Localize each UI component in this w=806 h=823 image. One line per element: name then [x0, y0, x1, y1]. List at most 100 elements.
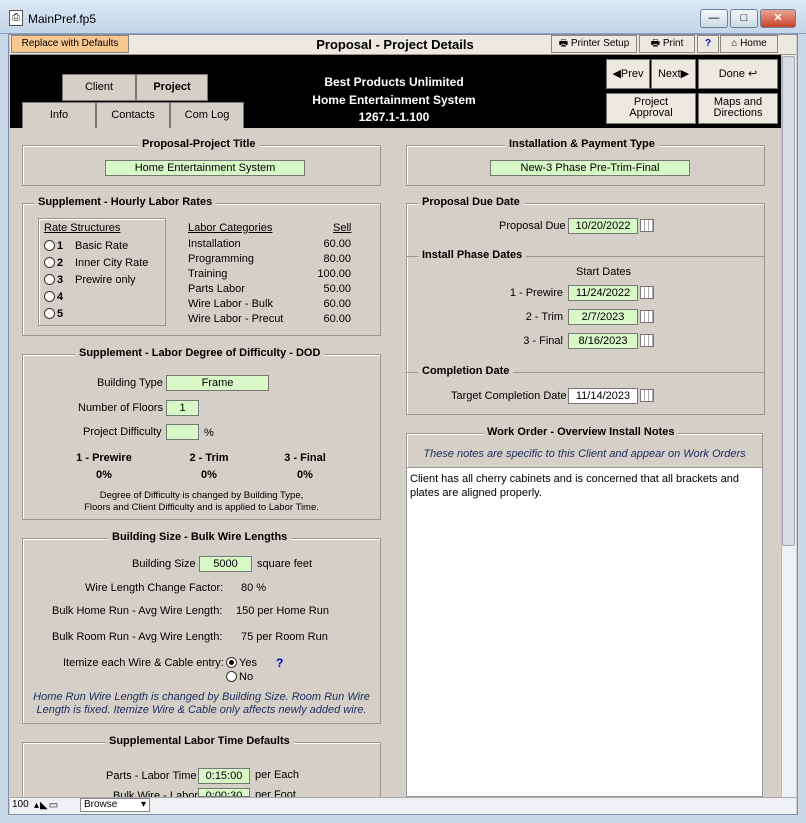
- dod-note-2: Floors and Client Difficulty and is appl…: [84, 502, 319, 513]
- home-label: Home: [740, 38, 767, 49]
- proposal-title-heading: Proposal-Project Title: [138, 138, 260, 150]
- work-order-heading: Work Order - Overview Install Notes: [483, 426, 679, 438]
- building-size-unit: square feet: [257, 558, 313, 570]
- completion-label: Target Completion Date: [451, 390, 567, 402]
- prev-button[interactable]: ◀Prev: [606, 59, 650, 89]
- dod-phase-value: 0%: [297, 469, 313, 481]
- room-run-value: 75 per Room Run: [241, 631, 328, 643]
- rate-radio[interactable]: [44, 308, 55, 319]
- next-arrow-icon: ▶: [680, 68, 690, 80]
- rate-number: 4: [57, 291, 64, 303]
- floors-label: Number of Floors: [78, 402, 163, 414]
- building-type-field[interactable]: Frame: [166, 375, 269, 391]
- print-label: Print: [662, 38, 684, 49]
- work-order-subtitle: These notes are specific to this Client …: [423, 448, 746, 460]
- tab-contacts[interactable]: Contacts: [96, 102, 170, 129]
- mode-select[interactable]: Browse ▾: [80, 798, 150, 812]
- install-payment-field[interactable]: New-3 Phase Pre-Trim-Final: [490, 160, 690, 176]
- labor-sell: 50.00: [323, 283, 351, 295]
- difficulty-field[interactable]: [166, 424, 199, 440]
- print-button[interactable]: 🖶 Print: [639, 35, 695, 53]
- project-approval-button[interactable]: Project Approval: [606, 93, 696, 124]
- zoom-level[interactable]: 100: [12, 799, 29, 810]
- bulk-time-field[interactable]: 0:00:30: [198, 788, 250, 797]
- company-name: Best Products Unlimited: [324, 75, 464, 89]
- sell-header: Sell: [333, 222, 352, 234]
- floors-field[interactable]: 1: [166, 400, 199, 416]
- work-order-notes[interactable]: Client has all cherry cabinets and is co…: [406, 467, 763, 797]
- rate-radio[interactable]: [44, 240, 55, 251]
- minimize-button[interactable]: —: [700, 9, 728, 28]
- calendar-icon[interactable]: [640, 286, 654, 299]
- difficulty-percent: %: [204, 427, 214, 439]
- project-name: Home Entertainment System: [312, 93, 476, 107]
- close-button[interactable]: ✕: [760, 9, 796, 28]
- building-size-field[interactable]: 5000: [199, 556, 252, 572]
- scroll-thumb[interactable]: [782, 56, 795, 546]
- building-note: Home Run Wire Length is changed by Build…: [33, 691, 370, 716]
- due-label: Proposal Due: [499, 220, 566, 232]
- itemize-no-label: No: [239, 671, 254, 683]
- done-label: Done: [718, 68, 745, 80]
- tab-client[interactable]: Client: [62, 74, 136, 101]
- labor-categories-header: Labor Categories: [188, 222, 273, 234]
- itemize-no-radio[interactable]: [226, 671, 237, 682]
- labor-category: Parts Labor: [188, 283, 245, 295]
- rate-label: Prewire only: [75, 274, 136, 286]
- itemize-yes-radio[interactable]: [226, 657, 237, 668]
- phase-date-field[interactable]: 2/7/2023: [568, 309, 638, 325]
- due-date-field[interactable]: 10/20/2022: [568, 218, 638, 234]
- phase-dates-heading: Install Phase Dates: [418, 249, 527, 261]
- itemize-yes-label: Yes: [239, 657, 257, 669]
- rate-radio[interactable]: [44, 257, 55, 268]
- rate-label: Basic Rate: [75, 240, 129, 252]
- labor-sell: 80.00: [323, 253, 351, 265]
- home-button[interactable]: ⌂ Home: [720, 35, 778, 53]
- rate-label: Inner City Rate: [75, 257, 149, 269]
- printer-setup-button[interactable]: 🖶 Printer Setup: [551, 35, 637, 53]
- tab-comlog[interactable]: Com Log: [170, 102, 244, 129]
- rate-radio[interactable]: [44, 291, 55, 302]
- calendar-icon[interactable]: [640, 310, 654, 323]
- tab-project[interactable]: Project: [136, 74, 208, 101]
- next-button[interactable]: Next▶: [651, 59, 696, 89]
- rate-number: 3: [57, 274, 64, 286]
- phase-date-field[interactable]: 11/24/2022: [568, 285, 638, 301]
- completion-heading: Completion Date: [418, 365, 514, 377]
- next-label: Next: [657, 68, 681, 80]
- itemize-help-icon[interactable]: ?: [276, 656, 283, 670]
- prev-arrow-icon: ◀: [612, 68, 621, 80]
- dod-note-1: Degree of Difficulty is changed by Build…: [99, 490, 304, 501]
- completion-date-field[interactable]: 11/14/2023: [568, 388, 638, 404]
- due-calendar-icon[interactable]: [640, 219, 654, 232]
- replace-defaults-button[interactable]: Replace with Defaults: [11, 35, 129, 53]
- completion-calendar-icon[interactable]: [640, 389, 654, 402]
- mode-icons[interactable]: ▴◣▭: [34, 800, 76, 811]
- done-button[interactable]: Done ↩: [698, 59, 778, 89]
- dod-phase-name: 3 - Final: [284, 452, 326, 464]
- labor-sell: 60.00: [323, 238, 351, 250]
- page-title: Proposal - Project Details: [316, 37, 474, 52]
- maps-directions-button[interactable]: Maps and Directions: [698, 93, 778, 124]
- parts-time-field[interactable]: 0:15:00: [198, 768, 250, 784]
- proposal-title-field[interactable]: Home Entertainment System: [105, 160, 305, 176]
- parts-time-unit: per Each: [255, 769, 300, 781]
- labor-rates-heading: Supplement - Hourly Labor Rates: [34, 196, 217, 208]
- room-run-label: Bulk Room Run - Avg Wire Length:: [52, 631, 223, 643]
- labor-category: Programming: [188, 253, 255, 265]
- supp-time-heading: Supplemental Labor Time Defaults: [105, 735, 294, 747]
- home-icon: ⌂: [731, 38, 741, 49]
- project-number: 1267.1-1.100: [358, 110, 430, 124]
- print-icon: 🖶: [650, 38, 663, 49]
- rate-number: 1: [57, 240, 64, 252]
- help-button[interactable]: ?: [697, 35, 719, 53]
- prev-label: Prev: [620, 68, 644, 80]
- phase-date-field[interactable]: 8/16/2023: [568, 333, 638, 349]
- tab-info[interactable]: Info: [22, 102, 96, 129]
- building-type-label: Building Type: [97, 377, 163, 389]
- app-icon: ⎙: [9, 10, 23, 26]
- chevron-down-icon: ▾: [140, 799, 146, 810]
- rate-radio[interactable]: [44, 274, 55, 285]
- calendar-icon[interactable]: [640, 334, 654, 347]
- maximize-button[interactable]: □: [730, 9, 758, 28]
